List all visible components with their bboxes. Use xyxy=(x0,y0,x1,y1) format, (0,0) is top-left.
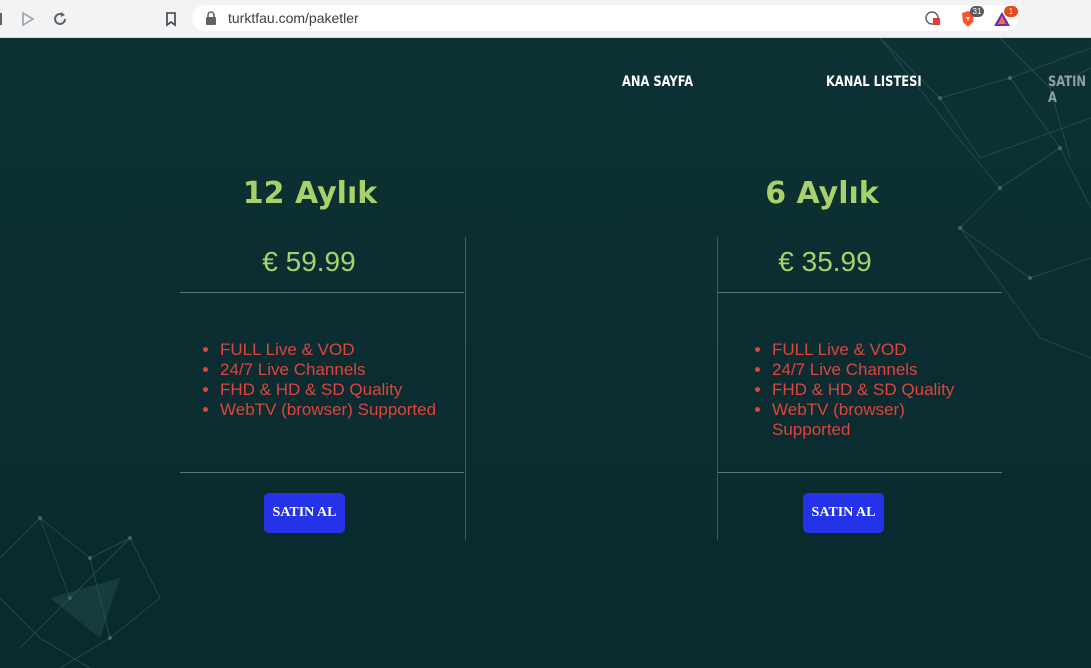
footer-divider xyxy=(718,472,1002,473)
brave-shield-badge: 31 xyxy=(970,6,984,17)
package-price: € 59.99 xyxy=(262,246,356,277)
feature-item: WebTV (browser) Supported xyxy=(772,400,982,440)
feature-item: 24/7 Live Channels xyxy=(220,360,436,380)
buy-button[interactable]: SATIN AL xyxy=(264,493,345,533)
nav-buy[interactable]: SATIN A xyxy=(1048,74,1086,106)
package-title: 6 Aylık xyxy=(765,176,879,211)
feature-item: FHD & HD & SD Quality xyxy=(220,380,436,400)
buy-button[interactable]: SATIN AL xyxy=(803,493,884,533)
package-price: € 35.99 xyxy=(778,246,872,277)
site-permissions-icon[interactable] xyxy=(924,9,942,27)
brave-rewards-icon[interactable]: 1 xyxy=(992,6,1018,29)
browser-toolbar: turktfau.com/paketler 31 1 xyxy=(0,0,1091,38)
bookmark-icon[interactable] xyxy=(162,10,180,28)
price-divider xyxy=(180,292,464,293)
feature-item: 24/7 Live Channels xyxy=(772,360,982,380)
package-title: 12 Aylık xyxy=(242,176,378,211)
feature-list: FULL Live & VOD 24/7 Live Channels FHD &… xyxy=(752,340,982,440)
feature-item: FULL Live & VOD xyxy=(220,340,436,360)
feature-item: WebTV (browser) Supported xyxy=(220,400,436,420)
feature-item: FULL Live & VOD xyxy=(772,340,982,360)
brave-rewards-badge: 1 xyxy=(1004,6,1018,17)
feature-item: FHD & HD & SD Quality xyxy=(772,380,982,400)
address-bar[interactable]: turktfau.com/paketler xyxy=(192,5,1018,31)
url-text: turktfau.com/paketler xyxy=(228,10,359,26)
brave-shield-icon[interactable]: 31 xyxy=(958,6,984,29)
package-card-12-months: 12 Aylık € 59.99 FULL Live & VOD 24/7 Li… xyxy=(150,38,470,668)
footer-divider xyxy=(180,472,464,473)
price-divider xyxy=(718,292,1002,293)
reload-icon[interactable] xyxy=(51,10,69,28)
feature-list: FULL Live & VOD 24/7 Live Channels FHD &… xyxy=(200,340,436,420)
page-body: ANA SAYFA KANAL LISTESI SATIN A 12 Aylık… xyxy=(0,38,1091,668)
play-forward-icon[interactable] xyxy=(19,10,37,28)
lock-icon xyxy=(206,11,216,25)
package-card-6-months: 6 Aylık € 35.99 FULL Live & VOD 24/7 Liv… xyxy=(662,38,1002,668)
back-icon[interactable] xyxy=(0,10,12,28)
